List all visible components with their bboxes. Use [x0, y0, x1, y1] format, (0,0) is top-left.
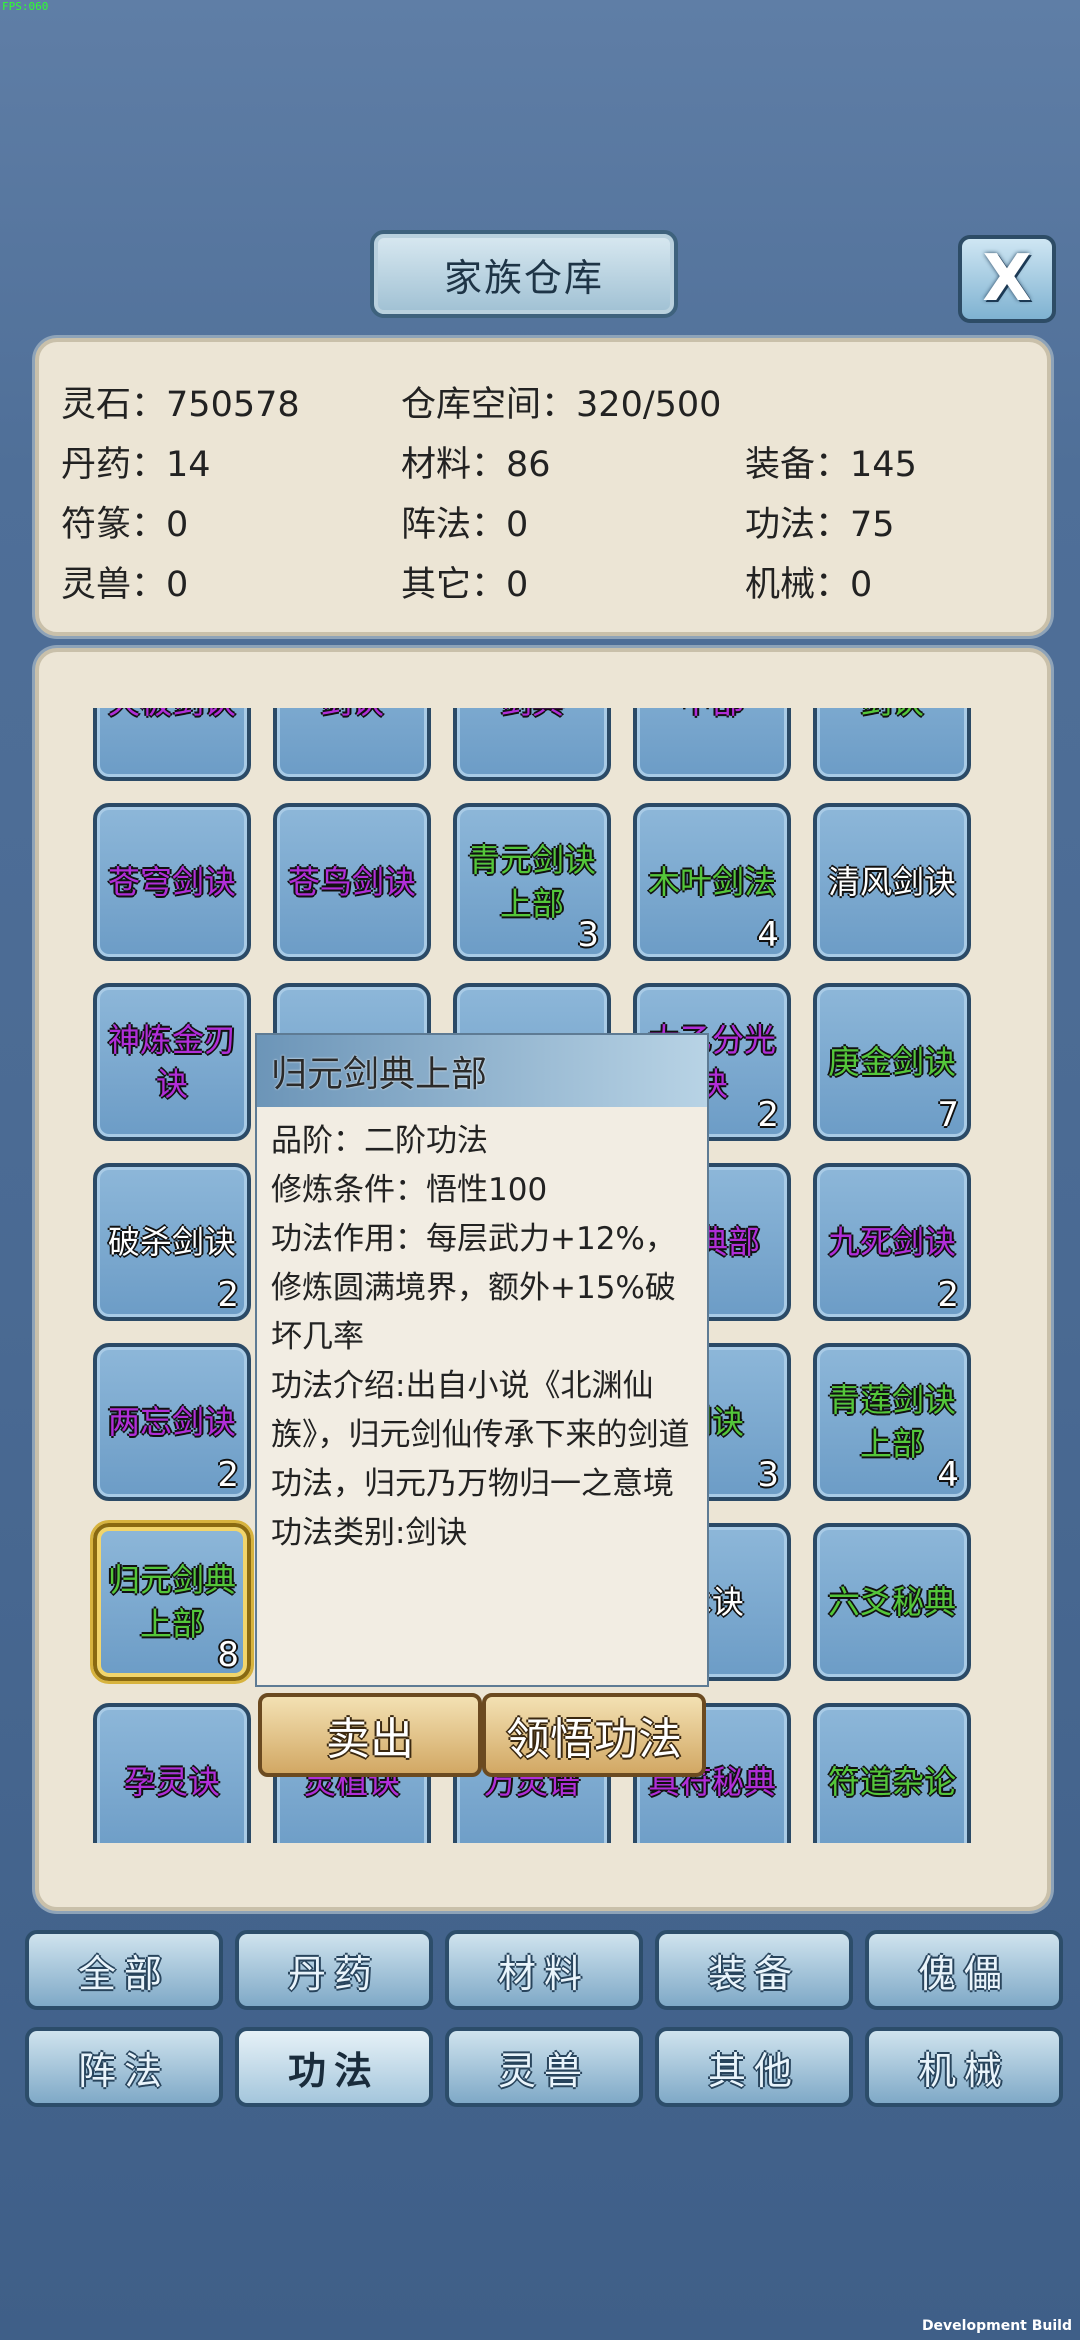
item-name: 剑诀 — [821, 708, 963, 777]
sell-button[interactable]: 卖出 — [258, 1693, 482, 1777]
tab-button[interactable]: 阵法 — [25, 2027, 223, 2107]
tooltip-body: 品阶：二阶功法 修炼条件：悟性100 功法作用：每层武力+12%，修炼圆满境界，… — [271, 1117, 699, 1558]
item-count: 4 — [757, 915, 779, 955]
item-name: 天极剑诀 — [101, 708, 243, 777]
tab-button[interactable]: 功法 — [235, 2027, 433, 2107]
inventory-slot[interactable]: 剑诀 — [813, 708, 971, 781]
inventory-slot[interactable]: 青元剑诀上部 3 — [453, 803, 611, 961]
inventory-slot[interactable]: 庚金剑诀 7 — [813, 983, 971, 1141]
stat-pill: 丹药14 — [61, 436, 211, 487]
tab-button[interactable]: 傀儡 — [865, 1930, 1063, 2010]
stat-equipment: 装备145 — [745, 436, 917, 487]
item-name: 神炼金刃诀 — [107, 1021, 236, 1103]
item-count: 2 — [757, 1095, 779, 1135]
item-name: 剑典 — [461, 708, 603, 777]
inventory-slot[interactable]: 剑典 — [453, 708, 611, 781]
item-name: 剑诀 — [281, 708, 423, 777]
item-name: 苍穹剑诀 — [107, 863, 236, 901]
item-name: 清风剑诀 — [827, 863, 956, 901]
tab-button[interactable]: 装备 — [655, 1930, 853, 2010]
learn-technique-button[interactable]: 领悟功法 — [482, 1693, 706, 1777]
item-count: 2 — [217, 1275, 239, 1315]
tab-button[interactable]: 灵兽 — [445, 2027, 643, 2107]
inventory-slot[interactable]: 九死剑诀 2 — [813, 1163, 971, 1321]
item-count: 2 — [937, 1275, 959, 1315]
stat-spirit-stone: 灵石750578 — [61, 376, 300, 427]
inventory-slot[interactable]: 中部 — [633, 708, 791, 781]
stat-machine: 机械0 — [745, 556, 872, 607]
tooltip-line-category: 功法类别:剑诀 — [271, 1515, 468, 1551]
inventory-slot[interactable]: 苍穹剑诀 — [93, 803, 251, 961]
item-name: 六爻秘典 — [827, 1583, 956, 1621]
inventory-slot[interactable]: 天极剑诀 — [93, 708, 251, 781]
development-build-label: Development Build — [921, 2318, 1072, 2334]
item-name: 符道杂论 — [827, 1763, 956, 1801]
stat-material: 材料86 — [401, 436, 551, 487]
tab-button[interactable]: 材料 — [445, 1930, 643, 2010]
tab-button[interactable]: 全部 — [25, 1930, 223, 2010]
tooltip-line-effect: 功法作用：每层武力+12%，修炼圆满境界，额外+15%破坏几率 — [271, 1221, 676, 1355]
item-count: 8 — [217, 1635, 239, 1675]
item-name: 孕灵诀 — [123, 1763, 220, 1801]
item-count: 2 — [217, 1455, 239, 1495]
item-name: 苍鸟剑诀 — [287, 863, 416, 901]
stats-panel: 灵石750578 仓库空间320/500 丹药14 材料86 装备145 符篆0… — [35, 338, 1051, 636]
stat-capacity: 仓库空间320/500 — [401, 376, 721, 427]
stat-formation: 阵法0 — [401, 496, 528, 547]
page-title: 家族仓库 — [443, 255, 604, 300]
stat-technique: 功法75 — [745, 496, 895, 547]
tab-button[interactable]: 丹药 — [235, 1930, 433, 2010]
stat-beast: 灵兽0 — [61, 556, 188, 607]
item-count: 3 — [577, 915, 599, 955]
inventory-slot[interactable]: 六爻秘典 — [813, 1523, 971, 1681]
item-name: 中部 — [641, 708, 783, 777]
tooltip-line-grade: 品阶：二阶功法 — [271, 1123, 488, 1159]
inventory-slot[interactable]: 苍鸟剑诀 — [273, 803, 431, 961]
inventory-slot[interactable]: 孕灵诀 — [93, 1703, 251, 1843]
tooltip-header: 归元剑典上部 — [257, 1035, 707, 1107]
inventory-slot[interactable]: 青莲剑诀上部 4 — [813, 1343, 971, 1501]
tab-button[interactable]: 其他 — [655, 2027, 853, 2107]
inventory-slot[interactable]: 神炼金刃诀 — [93, 983, 251, 1141]
item-count: 7 — [937, 1095, 959, 1135]
inventory-slot[interactable]: 破杀剑诀 2 — [93, 1163, 251, 1321]
stat-talisman: 符篆0 — [61, 496, 188, 547]
inventory-slot[interactable]: 两忘剑诀 2 — [93, 1343, 251, 1501]
item-tooltip: 归元剑典上部 品阶：二阶功法 修炼条件：悟性100 功法作用：每层武力+12%，… — [255, 1033, 709, 1687]
inventory-slot[interactable]: 剑诀 — [273, 708, 431, 781]
tooltip-title: 归元剑典上部 — [271, 1054, 488, 1095]
tooltip-line-intro: 功法介绍:出自小说《北渊仙族》，归元剑仙传承下来的剑道功法，归元乃万物归一之意境 — [271, 1368, 690, 1502]
tab-button[interactable]: 机械 — [865, 2027, 1063, 2107]
item-count: 3 — [757, 1455, 779, 1495]
inventory-slot[interactable]: 符道杂论 — [813, 1703, 971, 1843]
close-button[interactable]: X — [958, 235, 1056, 323]
fps-counter: FPS:060 — [2, 0, 49, 13]
inventory-slot[interactable]: 木叶剑法 4 — [633, 803, 791, 961]
inventory-slot[interactable]: 归元剑典上部 8 — [90, 1520, 254, 1684]
title-plate: 家族仓库 — [370, 230, 678, 318]
item-count: 4 — [937, 1455, 959, 1495]
stat-other: 其它0 — [401, 556, 528, 607]
tooltip-line-requirement: 修炼条件：悟性100 — [271, 1172, 548, 1208]
inventory-slot[interactable]: 清风剑诀 — [813, 803, 971, 961]
